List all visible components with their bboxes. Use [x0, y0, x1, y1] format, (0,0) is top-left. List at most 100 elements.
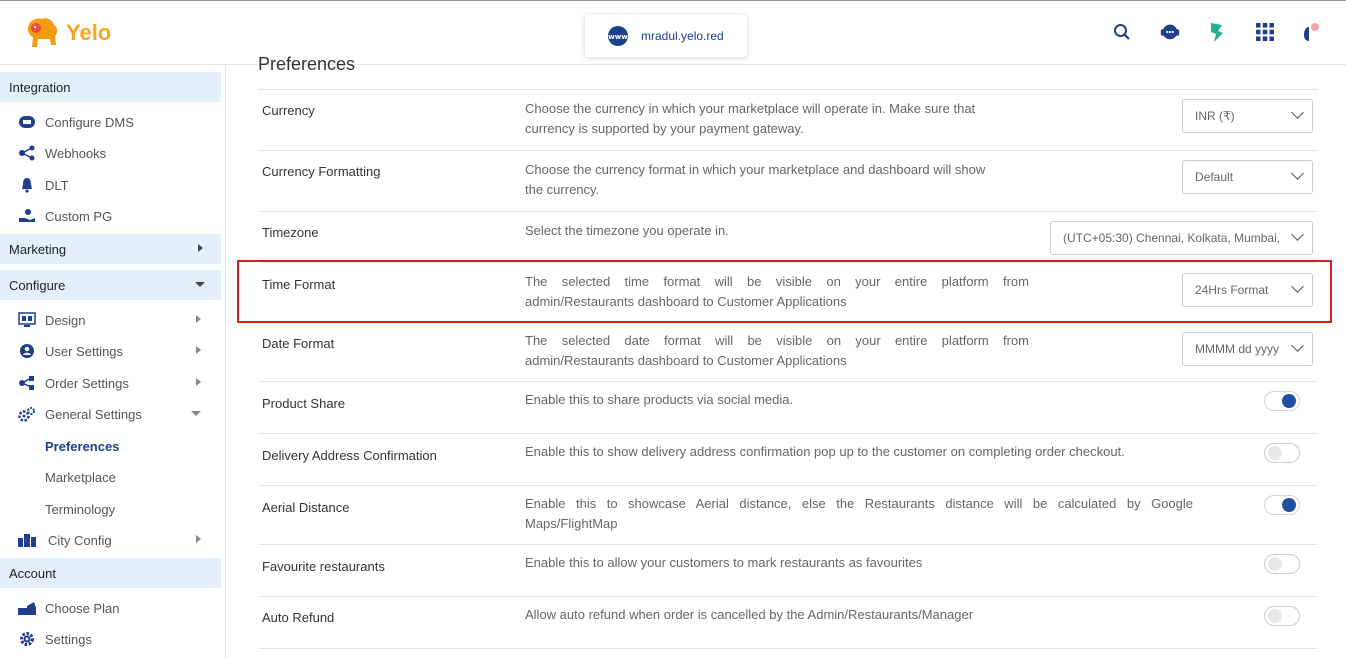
favourite-restaurants-toggle[interactable] — [1264, 554, 1300, 574]
order-flow-icon — [17, 374, 37, 392]
sidebar-item-order-settings[interactable]: Order Settings — [0, 369, 221, 397]
description-line: Enable this to show delivery address con… — [525, 444, 1125, 459]
sidebar-item-label: Webhooks — [45, 145, 107, 161]
select-value: MMMM dd yyyy — [1195, 342, 1279, 356]
notification-icon[interactable] — [1300, 21, 1322, 43]
date-format-select[interactable]: MMMM dd yyyy — [1182, 332, 1313, 366]
row-label: Currency — [262, 103, 315, 118]
chevron-right-icon — [196, 315, 201, 323]
svg-text:www: www — [608, 33, 628, 41]
sidebar-item-label: Choose Plan — [45, 600, 120, 616]
sidebar-item-label: General Settings — [45, 406, 142, 422]
preference-row-timezone: Timezone Select the timezone you operate… — [258, 212, 1318, 263]
sidebar-item-general-settings[interactable]: General Settings — [0, 400, 221, 428]
sidebar-section-integration[interactable]: Integration — [0, 72, 221, 102]
support-chat-icon[interactable] — [1159, 21, 1181, 43]
sidebar-item-settings[interactable]: Settings — [0, 625, 221, 653]
description-line: Maps/FlightMap — [525, 516, 618, 531]
user-gear-icon — [17, 342, 37, 360]
select-value: Default — [1195, 170, 1234, 184]
preference-row-date-format: Date Format The selected date format wil… — [258, 323, 1318, 382]
chevron-right-icon — [198, 244, 203, 252]
sidebar-item-webhooks[interactable]: Webhooks — [0, 139, 221, 167]
description-line: Allow auto refund when order is cancelle… — [525, 607, 974, 622]
row-description: Select the timezone you operate in. — [525, 221, 729, 241]
row-description: Choose the currency in which your market… — [525, 99, 975, 139]
sidebar-section-marketing[interactable]: Marketing — [0, 234, 221, 264]
description-line: Enable this to share products via social… — [525, 392, 794, 407]
sidebar-item-dlt[interactable]: DLT — [0, 171, 221, 199]
logo-text: Yelo — [66, 20, 112, 45]
sidebar-item-user-settings[interactable]: User Settings — [0, 337, 221, 365]
logo[interactable]: Yelo — [22, 15, 111, 51]
plan-tag-icon — [17, 599, 37, 617]
sidebar-item-label: User Settings — [45, 343, 124, 359]
description-line: admin/Restaurants dashboard to Customer … — [525, 353, 847, 368]
currency-select[interactable]: INR (₹) — [1182, 99, 1313, 133]
sidebar-item-custom-pg[interactable]: Custom PG — [0, 202, 221, 230]
sidebar-section-account[interactable]: Account — [0, 558, 221, 588]
description-line: currency is supported by your payment ga… — [525, 121, 804, 136]
preference-row-currency-formatting: Currency Formatting Choose the currency … — [258, 151, 1318, 212]
select-value: (UTC+05:30) Chennai, Kolkata, Mumbai, Ne… — [1063, 231, 1313, 245]
chevron-down-icon — [195, 282, 205, 287]
preference-row-delivery-address-confirmation: Delivery Address Confirmation Enable thi… — [258, 434, 1318, 486]
sidebar-item-choose-plan[interactable]: Choose Plan — [0, 594, 221, 622]
sidebar-item-label: Design — [45, 312, 86, 328]
sidebar-item-configure-dms[interactable]: Configure DMS — [0, 108, 221, 136]
design-monitor-icon — [17, 311, 37, 329]
sidebar-item-label: Order Settings — [45, 375, 129, 391]
preference-row-currency: Currency Choose the currency in which yo… — [258, 90, 1318, 151]
description-line: The selected date format will be visible… — [525, 333, 1029, 348]
sidebar-subitem-terminology[interactable]: Terminology — [45, 502, 115, 517]
sidebar-subitem-marketplace[interactable]: Marketplace — [45, 470, 116, 485]
row-label: Aerial Distance — [262, 500, 350, 515]
gear-icon — [17, 630, 37, 648]
domain-display[interactable]: www mradul.yelo.red — [585, 15, 747, 57]
sidebar-subitem-preferences[interactable]: Preferences — [45, 439, 119, 454]
highlight-box — [237, 260, 1332, 323]
row-description: Enable this to allow your customers to m… — [525, 553, 922, 573]
sidebar-item-label: Configure DMS — [45, 114, 134, 130]
brand-app-icon[interactable] — [1206, 21, 1228, 43]
aerial-distance-toggle[interactable] — [1264, 495, 1300, 515]
row-description: Allow auto refund when order is cancelle… — [525, 605, 973, 625]
description-line: the currency. — [525, 182, 600, 197]
row-label: Favourite restaurants — [262, 559, 385, 574]
sidebar-section-configure[interactable]: Configure — [0, 270, 221, 300]
city-buildings-icon — [17, 531, 37, 549]
preference-row-product-share: Product Share Enable this to share produ… — [258, 382, 1318, 434]
description-line: Enable this to showcase Aerial distance,… — [525, 496, 1193, 511]
description-line: Choose the currency in which your market… — [525, 101, 976, 116]
product-share-toggle[interactable] — [1264, 391, 1300, 411]
auto-refund-toggle[interactable] — [1264, 606, 1300, 626]
row-description: Enable this to showcase Aerial distance,… — [525, 494, 1193, 534]
preference-row-auto-refund: Auto Refund Allow auto refund when order… — [258, 597, 1318, 649]
chevron-right-icon — [196, 378, 201, 386]
sidebar-item-city-config[interactable]: City Config — [0, 526, 221, 554]
chevron-right-icon — [196, 346, 201, 354]
row-description: The selected date format will be visible… — [525, 331, 1029, 371]
row-description: Choose the currency format in which your… — [525, 160, 985, 200]
row-description: Enable this to show delivery address con… — [525, 442, 1125, 462]
row-label: Timezone — [262, 225, 319, 240]
section-title: Integration — [9, 79, 71, 95]
page-title: Preferences — [258, 54, 356, 74]
chevron-right-icon — [196, 535, 201, 543]
webhooks-icon — [17, 144, 37, 162]
row-label: Date Format — [262, 336, 335, 351]
section-title: Marketing — [9, 241, 67, 257]
domain-text: mradul.yelo.red — [641, 29, 724, 43]
search-icon[interactable] — [1111, 21, 1133, 43]
payment-hand-icon — [17, 207, 37, 225]
sidebar-item-design[interactable]: Design — [0, 306, 221, 334]
row-description: Enable this to share products via social… — [525, 390, 793, 410]
currency-format-select[interactable]: Default — [1182, 160, 1313, 194]
chevron-down-icon — [191, 411, 201, 416]
dms-icon — [17, 113, 37, 131]
timezone-select[interactable]: (UTC+05:30) Chennai, Kolkata, Mumbai, Ne… — [1050, 221, 1313, 255]
apps-grid-icon[interactable] — [1254, 21, 1276, 43]
row-label: Auto Refund — [262, 610, 335, 625]
delivery-address-confirmation-toggle[interactable] — [1264, 443, 1300, 463]
www-globe-icon: www — [608, 26, 628, 46]
